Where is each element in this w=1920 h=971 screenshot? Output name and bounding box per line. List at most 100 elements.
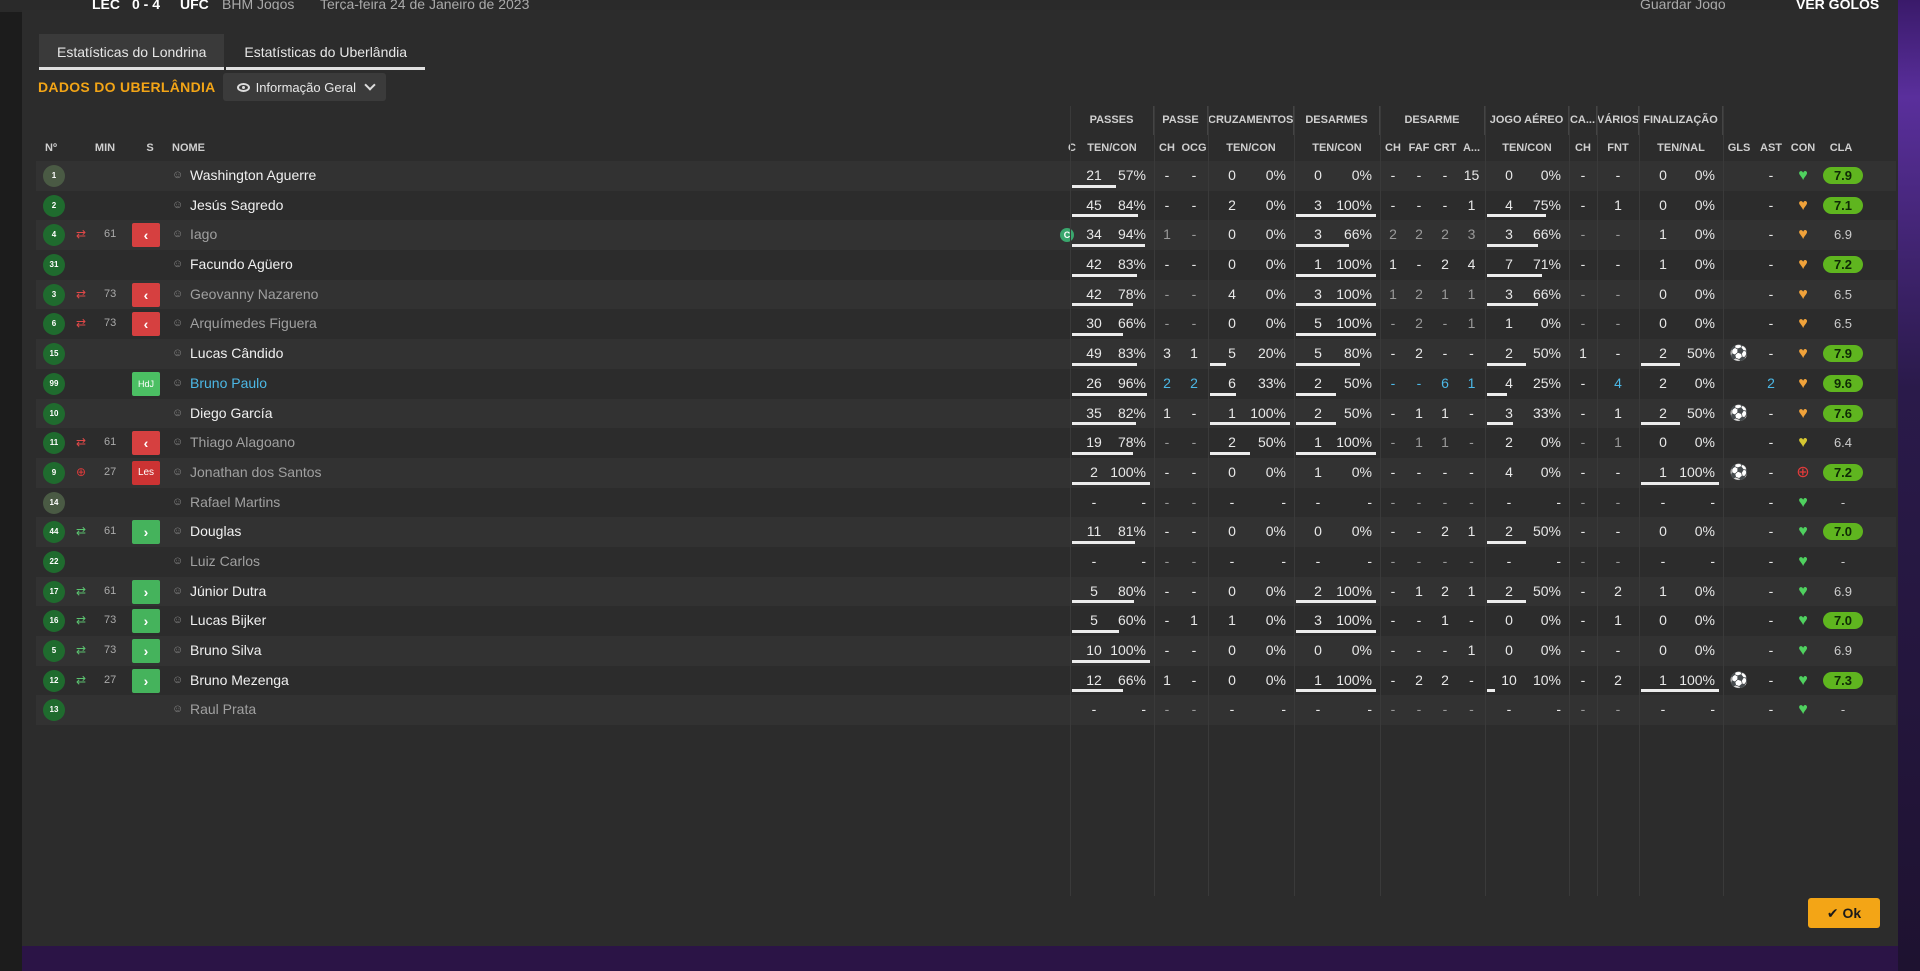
player-name[interactable]: Júnior Dutra	[190, 577, 490, 607]
player-name[interactable]: Luiz Carlos	[190, 547, 490, 577]
col-header-passes[interactable]: TEN/CON	[1070, 135, 1154, 161]
shots-attempts: 0	[1659, 612, 1667, 629]
player-name[interactable]: Jonathan dos Santos	[190, 458, 490, 488]
table-row[interactable]: 31 ☺ Facundo Agüero 42 83% - -0 0% 1 100% 1-2 4 7 71%…	[36, 250, 1896, 280]
col-header-cruz[interactable]: TEN/CON	[1208, 135, 1294, 161]
player-name[interactable]: Douglas	[190, 517, 490, 547]
desarme-a: 1	[1467, 285, 1476, 302]
condition-heart-icon: ♥	[1798, 404, 1808, 422]
passes-bar	[1072, 244, 1146, 248]
col-header-desarme-crt[interactable]: CRT	[1432, 135, 1458, 161]
shirt-number: 10	[43, 402, 65, 425]
col-header-ast[interactable]: AST	[1755, 135, 1787, 161]
table-row[interactable]: 15 ☺ Lucas Cândido 49 83% 3 1 5 20% 5 80% -2- -2 50% 1…	[36, 339, 1896, 369]
aerial: 4 75%	[1485, 191, 1569, 221]
tackles-attempts: -	[1315, 552, 1321, 569]
table-row[interactable]: 16 ⇄ 73 › ☺ Lucas Bijker 5 60% -1 1 0% 3 100% - -1-0 0%…	[36, 606, 1896, 636]
table-row[interactable]: 99 HdJ ☺ Bruno Paulo 26 96% 2 2 6 33% 2 50% - -6 1 4 25%…	[36, 369, 1896, 399]
table-row[interactable]: 2 ☺ Jesús Sagredo 45 84% - -2 0% 3 100% - - -1 4 75% -1…	[36, 191, 1896, 221]
passe-ocg: -	[1191, 226, 1197, 243]
table-row[interactable]: 6 ⇄ 73 ‹ ☺ Arquímedes Figuera 30 66% - -0 0% 5 100% -…	[36, 309, 1896, 339]
table-row[interactable]: 13 ☺ Raul Prata - - - - - - - - - - - - - - - - - - - ♥ -	[36, 695, 1896, 726]
player-name[interactable]: Raul Prata	[190, 695, 490, 725]
player-name[interactable]: Facundo Agüero	[190, 250, 490, 280]
passes-bar	[1072, 540, 1136, 544]
passes: 45 84%	[1070, 191, 1154, 221]
varios-fnt: 1	[1614, 434, 1622, 451]
shots: 0 0%	[1639, 428, 1723, 458]
player-name[interactable]: Iago	[190, 220, 490, 250]
tackles-pct: 50%	[1343, 374, 1372, 391]
desarme-faf: -	[1416, 701, 1422, 718]
assists: -	[1768, 434, 1774, 451]
player-name[interactable]: Geovanny Nazareno	[190, 280, 490, 310]
ok-button[interactable]: ✔ Ok	[1808, 898, 1880, 928]
shots-attempts: 1	[1659, 226, 1667, 243]
passes: 12 66%	[1070, 666, 1154, 696]
table-row[interactable]: 14 ☺ Rafael Martins - - - - - - - - - - - - - - - - - - - ♥ -	[36, 488, 1896, 518]
tab-uberlandia[interactable]: Estatísticas do Uberlândia	[226, 34, 426, 70]
col-header-ca-ch[interactable]: CH	[1569, 135, 1597, 161]
sub-out-icon: ⇄	[76, 286, 87, 301]
player-name[interactable]: Lucas Bijker	[190, 606, 490, 636]
table-row[interactable]: 22 ☺ Luiz Carlos - - - - - - - - - - - - - - - - - - - ♥ -	[36, 547, 1896, 577]
table-row[interactable]: 5 ⇄ 73 › ☺ Bruno Silva 10 100% - -0 0% 0 0% - - -1 0 0% - -…	[36, 636, 1896, 666]
table-row[interactable]: 10 ☺ Diego García 35 82% 1-1 100% 2 50% -1 1-3 33% -…	[36, 398, 1896, 429]
desarme-ch: -	[1390, 196, 1396, 213]
col-header-desarme-ch[interactable]: CH	[1380, 135, 1406, 161]
tab-londrina[interactable]: Estatísticas do Londrina	[39, 34, 225, 70]
passe-ocg: 1	[1190, 612, 1198, 629]
col-header-name[interactable]: NOME	[172, 135, 232, 161]
col-header-varios-fnt[interactable]: FNT	[1597, 135, 1639, 161]
table-row[interactable]: 1 ☺ Washington Aguerre 21 57% - -0 0% 0 0% - - -15 0 0…	[36, 161, 1896, 191]
player-name[interactable]: Washington Aguerre	[190, 161, 490, 191]
col-header-aereo[interactable]: TEN/CON	[1485, 135, 1569, 161]
player-name[interactable]: Jesús Sagredo	[190, 191, 490, 221]
table-row[interactable]: 4 ⇄ 61 ‹ ☺ Iago C 34 94% 1-0 0% 3 66% 2 2 2 3 3 66% - -1 0% - ♥…	[36, 220, 1896, 251]
col-header-s[interactable]: S	[140, 135, 160, 161]
player-name[interactable]: Bruno Mezenga	[190, 666, 490, 696]
col-header-desarme-a[interactable]: A...	[1458, 135, 1485, 161]
table-row[interactable]: 3 ⇄ 73 ‹ ☺ Geovanny Nazareno 42 78% - -4 0% 3 100% 1 2…	[36, 279, 1896, 310]
tackles-pct: 0%	[1351, 167, 1372, 183]
condition-heart-icon: ♥	[1798, 523, 1808, 541]
player-name[interactable]: Diego García	[190, 399, 490, 429]
player-name[interactable]: Thiago Alagoano	[190, 428, 490, 458]
column-separator	[1380, 106, 1381, 896]
crosses: 0 0%	[1208, 577, 1294, 607]
col-header-con[interactable]: CON	[1787, 135, 1819, 161]
person-icon: ☺	[172, 287, 184, 300]
player-name[interactable]: Lucas Cândido	[190, 339, 490, 369]
col-header-no[interactable]: Nº	[45, 135, 65, 161]
col-header-des[interactable]: TEN/CON	[1294, 135, 1380, 161]
col-header-final[interactable]: TEN/NAL	[1639, 135, 1723, 161]
player-name[interactable]: Arquímedes Figuera	[190, 309, 490, 339]
player-name[interactable]: Bruno Silva	[190, 636, 490, 666]
crosses-attempts: 0	[1228, 226, 1236, 243]
col-header-passe-ocg[interactable]: OCG	[1180, 135, 1208, 161]
col-header-gls[interactable]: GLS	[1723, 135, 1755, 161]
desarme-crt: -	[1442, 167, 1448, 183]
player-name[interactable]: Rafael Martins	[190, 488, 490, 518]
injury-status-icon: ⊕	[1796, 463, 1810, 481]
table-row[interactable]: 17 ⇄ 61 › ☺ Júnior Dutra 5 80% - -0 0% 2 100% -1 2 1 2 50…	[36, 576, 1896, 607]
player-rating: 7.9	[1823, 345, 1863, 363]
table-row[interactable]: 11 ⇄ 61 ‹ ☺ Thiago Alagoano 19 78% - -2 50% 1 100% -1…	[36, 428, 1896, 458]
passe-ocg: -	[1191, 493, 1197, 510]
table-row[interactable]: 12 ⇄ 27 › ☺ Bruno Mezenga 12 66% 1-0 0% 1 100% -2 2-1…	[36, 666, 1896, 696]
ca-ch: -	[1580, 612, 1586, 629]
col-header-passe-ch[interactable]: CH	[1154, 135, 1180, 161]
table-row[interactable]: 9 ⊕ 27 Les ☺ Jonathan dos Santos 2 100% - -0 0% 1 0%…	[36, 457, 1896, 488]
view-dropdown[interactable]: Informação Geral	[222, 73, 387, 101]
table-row[interactable]: 44 ⇄ 61 › ☺ Douglas 11 81% - -0 0% 0 0% - -2 1 2 50% - -0 0%…	[36, 517, 1896, 547]
player-rating: 7.6	[1823, 404, 1863, 422]
shots-attempts: 0	[1659, 196, 1667, 213]
passes-bar	[1072, 362, 1137, 366]
aerial-bar	[1487, 303, 1539, 307]
col-header-min[interactable]: MIN	[90, 135, 120, 161]
col-header-cla[interactable]: CLA	[1819, 135, 1863, 161]
col-header-desarme-faf[interactable]: FAF	[1406, 135, 1432, 161]
player-name[interactable]: Bruno Paulo	[190, 369, 490, 399]
desarme-faf: -	[1416, 463, 1422, 480]
subheader: DADOS DO UBERLÂNDIA Informação Geral	[38, 73, 387, 101]
